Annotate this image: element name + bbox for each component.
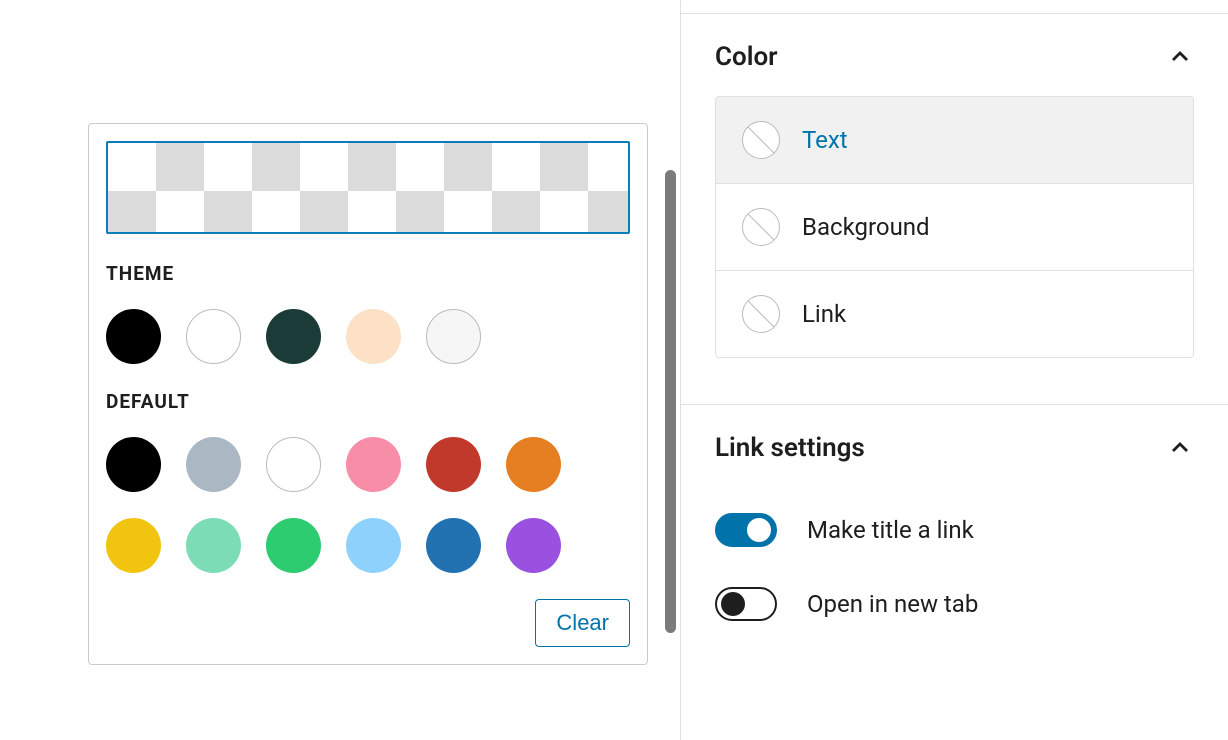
- scrollbar-thumb[interactable]: [665, 170, 676, 633]
- color-swatch-pale-peach[interactable]: [346, 309, 401, 364]
- custom-color-preview[interactable]: [106, 141, 630, 234]
- color-swatch-orange[interactable]: [506, 437, 561, 492]
- default-swatch-row-2: [106, 518, 630, 573]
- default-palette-heading: DEFAULT: [106, 390, 630, 413]
- color-swatch-white[interactable]: [186, 309, 241, 364]
- color-items-list: Text Background Link: [715, 96, 1194, 358]
- color-swatch-light-blue[interactable]: [346, 518, 401, 573]
- toggle-make-title-link[interactable]: [715, 513, 777, 547]
- toggle-knob: [721, 592, 745, 616]
- link-settings-title: Link settings: [715, 433, 865, 463]
- default-swatch-row-1: [106, 437, 630, 492]
- sidebar-previous-panel-edge: [681, 0, 1228, 14]
- link-settings-panel-header[interactable]: Link settings: [681, 405, 1228, 487]
- color-swatch-pink[interactable]: [346, 437, 401, 492]
- color-item-link-label: Link: [802, 300, 846, 328]
- color-swatch-off-white[interactable]: [426, 309, 481, 364]
- color-swatch-red[interactable]: [426, 437, 481, 492]
- transparent-swatch-icon: [742, 295, 780, 333]
- settings-sidebar: Color Text Background Link Link settings: [680, 0, 1228, 740]
- color-panel-header[interactable]: Color: [681, 14, 1228, 96]
- color-swatch-white[interactable]: [266, 437, 321, 492]
- color-item-background[interactable]: Background: [716, 184, 1193, 271]
- color-swatch-green[interactable]: [266, 518, 321, 573]
- chevron-up-icon: [1166, 434, 1194, 462]
- link-settings-body: Make title a link Open in new tab: [681, 487, 1228, 671]
- color-swatch-black[interactable]: [106, 437, 161, 492]
- color-swatch-black[interactable]: [106, 309, 161, 364]
- color-picker-popover: THEME DEFAULT Clear: [88, 123, 648, 665]
- color-swatch-yellow[interactable]: [106, 518, 161, 573]
- color-swatch-blue[interactable]: [426, 518, 481, 573]
- toggle-make-title-link-label: Make title a link: [807, 516, 974, 544]
- color-swatch-purple[interactable]: [506, 518, 561, 573]
- transparent-swatch-icon: [742, 121, 780, 159]
- color-item-text-label: Text: [802, 126, 848, 154]
- toggle-open-new-tab-label: Open in new tab: [807, 590, 978, 618]
- toggle-knob: [747, 518, 771, 542]
- color-swatch-dark-teal[interactable]: [266, 309, 321, 364]
- clear-row: Clear: [106, 599, 630, 647]
- color-item-background-label: Background: [802, 213, 930, 241]
- editor-canvas: THEME DEFAULT Clear: [0, 0, 680, 740]
- transparent-swatch-icon: [742, 208, 780, 246]
- chevron-up-icon: [1166, 43, 1194, 71]
- toggle-row-make-title-link: Make title a link: [715, 493, 1194, 567]
- clear-button[interactable]: Clear: [535, 599, 630, 647]
- toggle-open-new-tab[interactable]: [715, 587, 777, 621]
- color-item-link[interactable]: Link: [716, 271, 1193, 357]
- color-swatch-gray[interactable]: [186, 437, 241, 492]
- color-swatch-light-green[interactable]: [186, 518, 241, 573]
- color-item-text[interactable]: Text: [716, 97, 1193, 184]
- color-panel-title: Color: [715, 42, 778, 72]
- theme-swatch-row: [106, 309, 630, 364]
- theme-palette-heading: THEME: [106, 262, 630, 285]
- toggle-row-open-new-tab: Open in new tab: [715, 567, 1194, 641]
